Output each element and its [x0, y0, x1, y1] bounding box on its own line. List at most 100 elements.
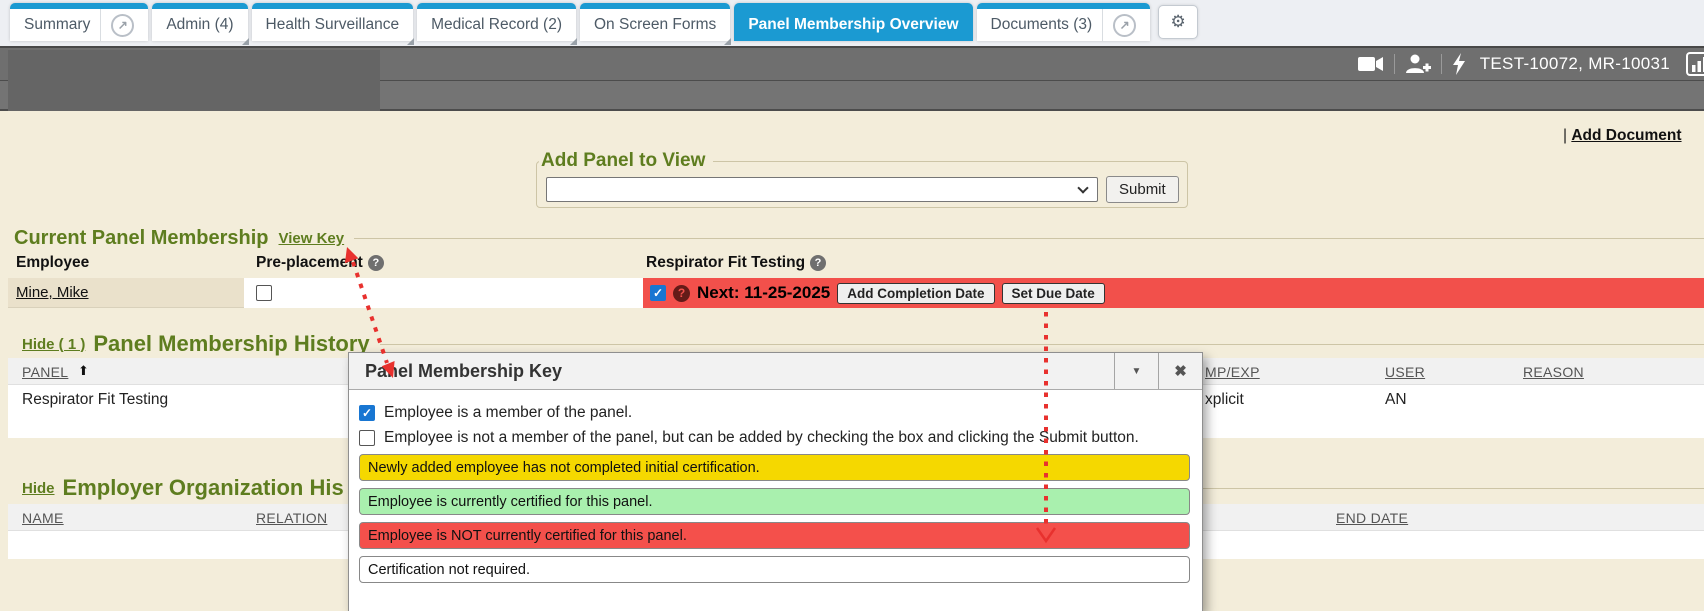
history-comp-exp-cell: xplicit	[1205, 391, 1244, 409]
member-checkbox-example: ✓	[359, 405, 375, 421]
dropdown-fold-icon	[570, 38, 577, 45]
lightning-bolt-icon[interactable]	[1452, 53, 1466, 75]
link-separator: |	[1563, 127, 1567, 144]
tab-divider	[1102, 9, 1103, 41]
panel-membership-key-dialog: Panel Membership Key ▼ ✖ ✓ Employee is a…	[348, 352, 1203, 611]
section-title: Panel Membership History	[93, 331, 369, 357]
respirator-member-checkbox[interactable]: ✓	[650, 285, 666, 301]
bar-chart-icon[interactable]	[1686, 52, 1704, 76]
dialog-title: Panel Membership Key	[349, 361, 1114, 382]
dialog-close-button[interactable]: ✖	[1158, 353, 1202, 389]
tab-label: Panel Membership Overview	[748, 16, 958, 34]
history-user-cell: AN	[1385, 391, 1407, 409]
popout-icon[interactable]: ↗	[111, 14, 134, 37]
submit-button[interactable]: Submit	[1106, 176, 1179, 203]
hide-history-link[interactable]: Hide ( 1 )	[22, 336, 85, 353]
tab-divider	[100, 9, 101, 41]
next-due-status: Next: 11-25-2025	[697, 283, 830, 303]
tab-admin[interactable]: Admin (4)	[152, 3, 247, 41]
toolbar-divider	[1441, 54, 1442, 74]
close-icon: ✖	[1174, 362, 1187, 380]
sort-header-panel[interactable]: PANEL	[22, 364, 68, 380]
key-row-white: Certification not required.	[359, 556, 1190, 583]
tab-label: Summary	[24, 16, 90, 34]
gear-icon: ⚙	[1171, 12, 1186, 32]
pre-placement-checkbox[interactable]	[256, 285, 272, 301]
help-icon[interactable]: ?	[368, 255, 384, 271]
dropdown-fold-icon	[724, 38, 731, 45]
add-completion-date-button[interactable]: Add Completion Date	[837, 283, 994, 304]
tab-documents[interactable]: Documents (3) ↗	[977, 3, 1151, 41]
table-row-respirator-cell: ✓ ? Next: 11-25-2025 Add Completion Date…	[643, 278, 1704, 308]
current-panel-section-header: Current Panel Membership View Key	[14, 227, 1704, 250]
key-item-label: Employee is a member of the panel.	[384, 404, 632, 422]
key-item-label: Employee is not a member of the panel, b…	[384, 429, 1139, 447]
key-item-label: Certification not required.	[368, 562, 530, 578]
dialog-titlebar[interactable]: Panel Membership Key ▼ ✖	[349, 353, 1202, 390]
app-window: Summary ↗ Admin (4) Health Surveillance …	[0, 0, 1704, 611]
column-header-pre-placement: Pre-placement ?	[256, 254, 384, 272]
tab-label: Documents (3)	[991, 16, 1093, 34]
add-document-link[interactable]: Add Document	[1571, 127, 1681, 144]
add-panel-fieldset: Add Panel to View Submit	[536, 150, 1188, 208]
key-item-member: ✓ Employee is a member of the panel.	[359, 404, 1192, 422]
chevron-down-icon	[1077, 182, 1088, 193]
settings-gear-button[interactable]: ⚙	[1158, 5, 1198, 39]
key-row-yellow: Newly added employee has not completed i…	[359, 454, 1190, 481]
tab-bar: Summary ↗ Admin (4) Health Surveillance …	[0, 0, 1704, 46]
tab-label: Health Surveillance	[266, 16, 400, 34]
sort-header-comp-exp[interactable]: MP/EXP	[1205, 364, 1260, 380]
add-document: | Add Document	[1563, 127, 1682, 145]
dialog-body: ✓ Employee is a member of the panel. Emp…	[349, 390, 1202, 583]
sort-header-reason[interactable]: REASON	[1523, 364, 1584, 380]
panel-select[interactable]	[546, 177, 1098, 202]
add-panel-legend: Add Panel to View	[539, 150, 713, 172]
key-item-label: Employee is currently certified for this…	[368, 494, 653, 510]
table-row-employee-cell: Mine, Mike	[8, 278, 244, 308]
view-key-link[interactable]: View Key	[279, 230, 345, 247]
hide-employer-link[interactable]: Hide	[22, 480, 55, 497]
sort-ascending-icon[interactable]: ⬆	[78, 363, 89, 379]
tab-on-screen-forms[interactable]: On Screen Forms	[580, 3, 730, 41]
tab-label: Medical Record (2)	[431, 16, 562, 34]
caret-down-icon: ▼	[1132, 366, 1142, 377]
tab-label: Admin (4)	[166, 16, 233, 34]
tab-label: On Screen Forms	[594, 16, 716, 34]
record-id: TEST-10072, MR-10031	[1480, 54, 1670, 74]
tab-medical-record[interactable]: Medical Record (2)	[417, 3, 576, 41]
sort-header-name[interactable]: NAME	[22, 510, 64, 526]
sort-header-end-date[interactable]: END DATE	[1336, 510, 1408, 526]
key-item-label: Employee is NOT currently certified for …	[368, 528, 687, 544]
section-title: Employer Organization His	[63, 475, 344, 501]
dropdown-fold-icon	[407, 38, 414, 45]
toolbar-divider	[1394, 54, 1395, 74]
key-item-not-member: Employee is not a member of the panel, b…	[359, 429, 1192, 447]
sort-header-user[interactable]: USER	[1385, 364, 1425, 380]
section-title: Current Panel Membership	[14, 227, 269, 250]
add-person-icon[interactable]	[1405, 54, 1431, 74]
column-header-employee: Employee	[16, 254, 89, 272]
header-toolbar: TEST-10072, MR-10031	[1358, 52, 1704, 76]
fieldset-rule	[380, 344, 1704, 345]
column-header-respirator: Respirator Fit Testing ?	[646, 254, 826, 272]
tab-panel-membership-overview[interactable]: Panel Membership Overview	[734, 3, 972, 41]
tab-health-surveillance[interactable]: Health Surveillance	[252, 3, 414, 41]
table-row-preplacement-cell	[244, 278, 643, 308]
popout-icon[interactable]: ↗	[1113, 14, 1136, 37]
fieldset-rule	[354, 238, 1704, 239]
tab-summary[interactable]: Summary ↗	[10, 3, 148, 41]
video-camera-icon[interactable]	[1358, 55, 1384, 73]
sort-header-relation[interactable]: RELATION	[256, 510, 327, 526]
employee-link[interactable]: Mine, Mike	[16, 284, 89, 301]
key-row-red: Employee is NOT currently certified for …	[359, 522, 1190, 549]
key-item-label: Newly added employee has not completed i…	[368, 460, 760, 476]
help-icon[interactable]: ?	[673, 285, 690, 302]
set-due-date-button[interactable]: Set Due Date	[1002, 283, 1105, 304]
key-row-green: Employee is currently certified for this…	[359, 488, 1190, 515]
open-menu-panel	[8, 50, 380, 111]
help-icon[interactable]: ?	[810, 255, 826, 271]
history-panel-cell: Respirator Fit Testing	[22, 391, 168, 409]
dropdown-fold-icon	[242, 38, 249, 45]
non-member-checkbox-example	[359, 430, 375, 446]
dialog-collapse-button[interactable]: ▼	[1114, 353, 1158, 389]
